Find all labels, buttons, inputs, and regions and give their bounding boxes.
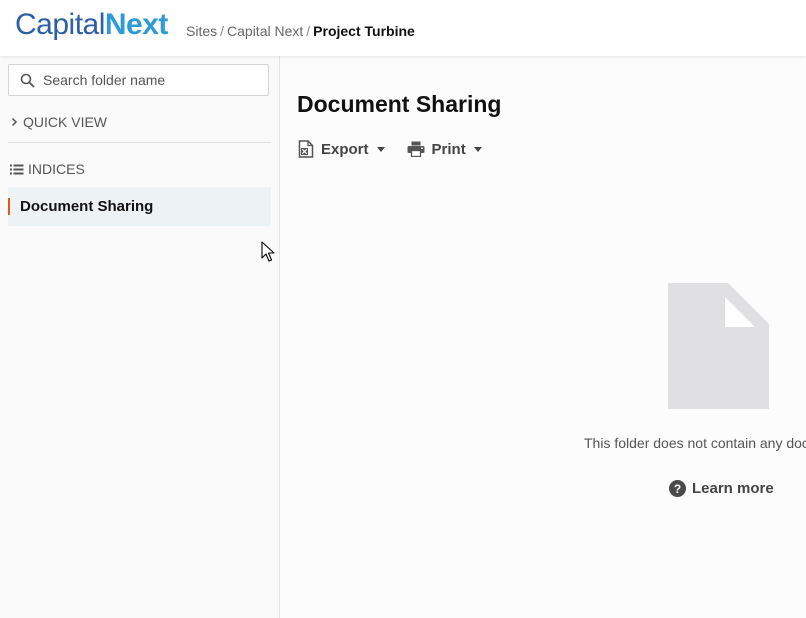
chevron-right-icon xyxy=(11,117,18,127)
learn-more-link[interactable]: ? Learn more xyxy=(669,480,774,497)
caret-down-icon xyxy=(473,146,482,152)
export-button[interactable]: Export xyxy=(298,140,385,158)
app-header: CapitalNext Sites / Capital Next / Project T… xyxy=(0,0,806,56)
search-input[interactable] xyxy=(43,70,263,90)
sidebar-item-label: Document Sharing xyxy=(20,198,154,215)
print-button[interactable]: Print xyxy=(407,140,482,158)
export-label: Export xyxy=(321,140,369,158)
main-content: Document Sharing Export Print This folde… xyxy=(280,56,806,618)
capitalnext-logo[interactable]: CapitalNext xyxy=(15,8,168,42)
breadcrumb-current: Project Turbine xyxy=(313,23,415,39)
toolbar: Export Print xyxy=(298,140,482,158)
empty-document-icon xyxy=(668,283,769,409)
empty-folder-message: This folder does not contain any doc xyxy=(584,435,806,451)
quick-view-toggle[interactable]: QUICK VIEW xyxy=(10,114,107,130)
breadcrumb-capital-next[interactable]: Capital Next xyxy=(227,23,303,39)
breadcrumb-separator: / xyxy=(220,23,225,39)
learn-more-label: Learn more xyxy=(692,480,774,497)
printer-icon xyxy=(407,141,425,157)
excel-file-icon xyxy=(298,140,314,158)
sidebar-divider xyxy=(8,142,271,143)
logo-text-capital: Capital xyxy=(15,8,105,41)
page-title: Document Sharing xyxy=(297,91,502,117)
breadcrumb-separator: / xyxy=(306,23,311,39)
indices-section-header[interactable]: INDICES xyxy=(10,161,85,177)
search-icon xyxy=(20,73,35,88)
help-icon: ? xyxy=(669,480,686,497)
sidebar: QUICK VIEW INDICES Document Sharing xyxy=(0,56,280,618)
breadcrumb: Sites / Capital Next / Project Turbine xyxy=(186,23,415,39)
sidebar-item-document-sharing[interactable]: Document Sharing xyxy=(8,187,271,226)
folder-search-box[interactable] xyxy=(8,64,269,96)
quick-view-label: QUICK VIEW xyxy=(23,114,108,130)
selected-indicator xyxy=(8,198,10,215)
print-label: Print xyxy=(431,140,466,158)
logo-text-next: Next xyxy=(104,8,169,41)
breadcrumb-sites[interactable]: Sites xyxy=(186,23,217,39)
caret-down-icon xyxy=(376,146,385,152)
list-icon xyxy=(10,164,24,174)
mouse-pointer-icon xyxy=(261,241,275,262)
indices-label: INDICES xyxy=(28,161,85,177)
